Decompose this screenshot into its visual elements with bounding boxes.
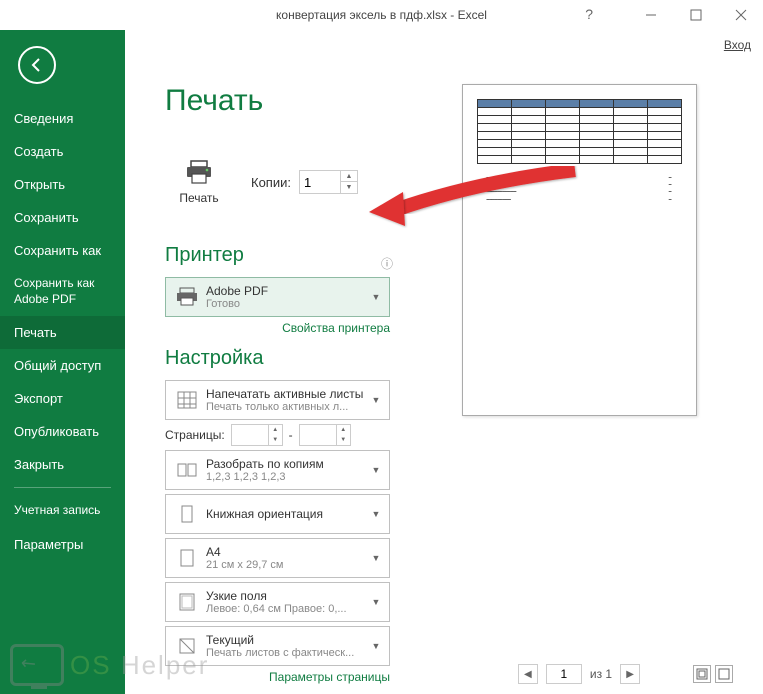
copies-input[interactable] xyxy=(300,171,340,193)
sidebar-item-new[interactable]: Создать xyxy=(0,135,125,168)
page-nav: ◀ из 1 ▶ xyxy=(425,654,733,694)
printer-properties-link[interactable]: Свойства принтера xyxy=(165,321,390,335)
minimize-button[interactable] xyxy=(628,0,673,30)
printer-icon xyxy=(184,159,214,185)
collate-title: Разобрать по копиям xyxy=(206,457,369,471)
sidebar-item-print[interactable]: Печать xyxy=(0,316,125,349)
paper-sub: 21 см x 29,7 см xyxy=(206,559,369,571)
copies-label: Копии: xyxy=(251,175,291,190)
orientation-dropdown[interactable]: Книжная ориентация ▼ xyxy=(165,494,390,534)
collate-icon xyxy=(174,460,200,480)
print-what-sub: Печать только активных л... xyxy=(206,401,369,413)
sidebar-item-close[interactable]: Закрыть xyxy=(0,448,125,481)
printer-status: Готово xyxy=(206,298,369,310)
sidebar-item-open[interactable]: Открыть xyxy=(0,168,125,201)
chevron-down-icon: ▼ xyxy=(369,597,383,607)
pages-from-spinner[interactable]: ▲▼ xyxy=(231,424,283,446)
sidebar: Сведения Создать Открыть Сохранить Сохра… xyxy=(0,30,125,694)
print-settings-column: Печать Печать Копии: xyxy=(125,64,415,694)
preview-summary: ━━━━━━━━━━━━━━━ ━━━━━━━━━━━━━ ━━━━━━━━━━… xyxy=(477,174,682,203)
sheets-icon xyxy=(174,390,200,410)
print-what-title: Напечатать активные листы xyxy=(206,387,369,401)
sidebar-item-save-pdf[interactable]: Сохранить как Adobe PDF xyxy=(0,267,125,316)
sidebar-item-options[interactable]: Параметры xyxy=(0,528,125,561)
main-panel: Печать Печать Копии: xyxy=(125,30,763,694)
chevron-down-icon: ▼ xyxy=(369,465,383,475)
margins-sub: Левое: 0,64 см Правое: 0,... xyxy=(206,603,369,615)
margins-icon xyxy=(174,592,200,612)
page-params-link[interactable]: Параметры страницы xyxy=(165,670,390,684)
sidebar-item-saveas[interactable]: Сохранить как xyxy=(0,234,125,267)
print-what-dropdown[interactable]: Напечатать активные листы Печать только … xyxy=(165,380,390,420)
chevron-down-icon: ▼ xyxy=(369,395,383,405)
back-button[interactable] xyxy=(18,46,56,84)
prev-page-button[interactable]: ◀ xyxy=(518,664,538,684)
show-margins-button[interactable] xyxy=(693,665,711,683)
maximize-button[interactable] xyxy=(673,0,718,30)
printer-dropdown[interactable]: Adobe PDF Готово ▼ xyxy=(165,277,390,317)
pages-sep: - xyxy=(289,428,293,442)
chevron-down-icon: ▼ xyxy=(369,553,383,563)
sidebar-item-info[interactable]: Сведения xyxy=(0,102,125,135)
copies-down[interactable]: ▼ xyxy=(341,182,357,193)
portrait-icon xyxy=(174,504,200,524)
close-button[interactable] xyxy=(718,0,763,30)
sidebar-separator xyxy=(14,487,111,488)
settings-section-title: Настройка xyxy=(165,347,415,370)
preview-table xyxy=(477,99,682,164)
copies-spinner[interactable]: ▲ ▼ xyxy=(299,170,358,194)
pages-label: Страницы: xyxy=(165,428,225,442)
pages-to-spinner[interactable]: ▲▼ xyxy=(299,424,351,446)
printer-name: Adobe PDF xyxy=(206,284,369,298)
chevron-down-icon: ▼ xyxy=(369,509,383,519)
window-controls xyxy=(628,0,763,30)
page-icon xyxy=(174,548,200,568)
preview-page: ━━━━━━━━━━━━━━━ ━━━━━━━━━━━━━ ━━━━━━━━━━… xyxy=(462,84,697,416)
sidebar-item-publish[interactable]: Опубликовать xyxy=(0,415,125,448)
help-icon[interactable]: ? xyxy=(585,6,593,22)
printer-section-title: Принтер xyxy=(165,244,415,267)
pages-to-input[interactable] xyxy=(300,425,336,445)
page-number-input[interactable] xyxy=(546,664,582,684)
print-preview-column: ━━━━━━━━━━━━━━━ ━━━━━━━━━━━━━ ━━━━━━━━━━… xyxy=(415,64,763,694)
sidebar-item-save[interactable]: Сохранить xyxy=(0,201,125,234)
paper-dropdown[interactable]: A4 21 см x 29,7 см ▼ xyxy=(165,538,390,578)
scaling-sub: Печать листов с фактическ... xyxy=(206,647,369,659)
scaling-title: Текущий xyxy=(206,633,369,647)
sidebar-item-share[interactable]: Общий доступ xyxy=(0,349,125,382)
print-button-label: Печать xyxy=(179,191,218,205)
print-button[interactable]: Печать xyxy=(165,148,233,216)
info-icon[interactable]: ⓘ xyxy=(381,255,393,272)
titlebar: конвертация эксель в пдф.xlsx - Excel ? xyxy=(0,0,763,30)
page-of-label: из 1 xyxy=(590,667,612,681)
sidebar-item-account[interactable]: Учетная запись xyxy=(0,494,125,528)
next-page-button[interactable]: ▶ xyxy=(620,664,640,684)
zoom-page-button[interactable] xyxy=(715,665,733,683)
window-title: конвертация эксель в пдф.xlsx - Excel xyxy=(276,8,487,22)
margins-dropdown[interactable]: Узкие поля Левое: 0,64 см Правое: 0,... … xyxy=(165,582,390,622)
collate-sub: 1,2,3 1,2,3 1,2,3 xyxy=(206,471,369,483)
copies-up[interactable]: ▲ xyxy=(341,171,357,182)
collate-dropdown[interactable]: Разобрать по копиям 1,2,3 1,2,3 1,2,3 ▼ xyxy=(165,450,390,490)
chevron-down-icon: ▼ xyxy=(369,641,383,651)
scaling-icon xyxy=(174,636,200,656)
margins-title: Узкие поля xyxy=(206,589,369,603)
printer-icon xyxy=(174,287,200,307)
orientation-title: Книжная ориентация xyxy=(206,507,369,521)
chevron-down-icon: ▼ xyxy=(369,292,383,302)
page-title: Печать xyxy=(165,84,415,118)
sidebar-item-export[interactable]: Экспорт xyxy=(0,382,125,415)
paper-title: A4 xyxy=(206,545,369,559)
scaling-dropdown[interactable]: Текущий Печать листов с фактическ... ▼ xyxy=(165,626,390,666)
pages-from-input[interactable] xyxy=(232,425,268,445)
